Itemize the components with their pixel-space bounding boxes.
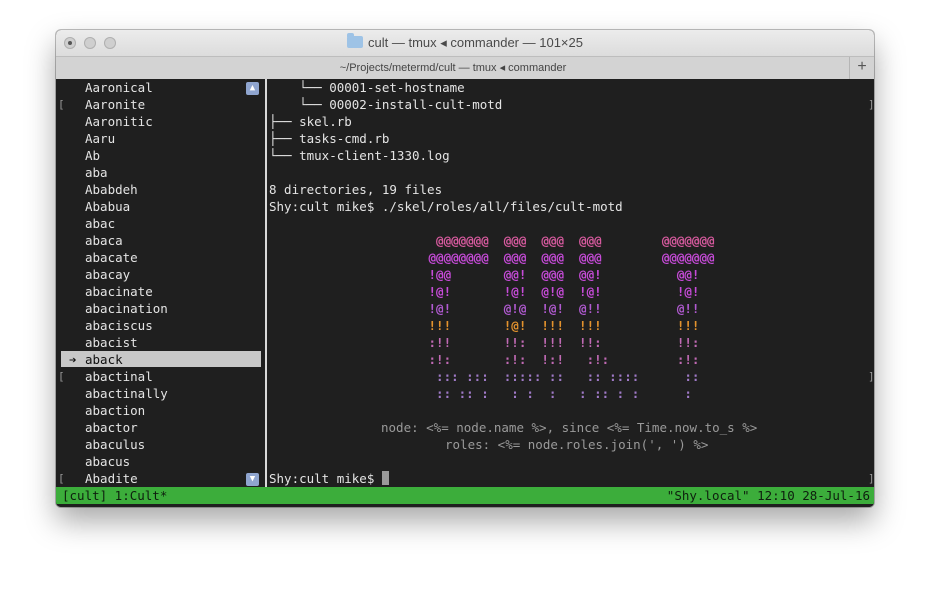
ascii-art-line: :: :: : : : : : :: : : : <box>421 386 715 401</box>
tree-line: └── tmux-client-1330.log <box>269 148 450 163</box>
motd-node-line: node: <%= node.name %>, since <%= Time.n… <box>381 420 758 435</box>
tree-line: └── 00001-set-hostname <box>269 80 465 95</box>
word-list-item[interactable]: abacus <box>85 453 130 470</box>
tab-bar: ~/Projects/metermd/cult — tmux ◂ command… <box>56 56 874 80</box>
word-list-item[interactable]: abacinate <box>85 283 153 300</box>
pane-edge-bracket: ] <box>868 98 874 111</box>
terminal-content[interactable]: ➔ ▲ ▼ Aaronical Aaronite Aaronitic Aaru Ab ab… <box>56 79 874 507</box>
ascii-art-line: @@@@@@@@ @@@ @@@ @@@ @@@@@@@ <box>421 250 715 265</box>
tab-current[interactable]: ~/Projects/metermd/cult — tmux ◂ command… <box>56 57 850 79</box>
word-list-item[interactable]: abactinal <box>85 368 153 385</box>
command-line: Shy:cult mike$ ./skel/roles/all/files/cu… <box>269 199 623 214</box>
terminal-window: cult — tmux ◂ commander — 101×25 ~/Proje… <box>56 30 874 507</box>
pane-edge-bracket: [ <box>58 472 65 485</box>
word-list-item[interactable]: abaculus <box>85 436 145 453</box>
tree-summary: 8 directories, 19 files <box>269 182 443 197</box>
ascii-art-line: :!! !!: !!! !!: !!: <box>421 335 715 350</box>
text-cursor <box>381 471 389 485</box>
word-list-item[interactable]: abacate <box>85 249 138 266</box>
chevron-down-icon: ▼ <box>249 474 256 484</box>
title-bar: cult — tmux ◂ commander — 101×25 <box>56 30 874 56</box>
window-title-area: cult — tmux ◂ commander — 101×25 <box>56 30 874 56</box>
ascii-art-line: :!: :!: !:! :!: :!: <box>421 352 715 367</box>
status-host-time: "Shy.local" 12:10 28-Jul-16 <box>666 488 870 503</box>
pane-edge-bracket: [ <box>58 370 65 383</box>
word-list-item[interactable]: aba <box>85 164 108 181</box>
word-list-item[interactable]: aback <box>85 351 123 368</box>
word-list-item[interactable]: Aaronite <box>85 96 145 113</box>
word-list-item[interactable]: Abadite <box>85 470 138 487</box>
word-list-item[interactable]: abaciscus <box>85 317 153 334</box>
selection-arrow-icon: ➔ <box>69 352 77 367</box>
word-list-item[interactable]: Ababdeh <box>85 181 138 198</box>
window-title: cult — tmux ◂ commander — 101×25 <box>368 35 583 50</box>
word-list-item[interactable]: abac <box>85 215 115 232</box>
word-list-item[interactable]: abactor <box>85 419 138 436</box>
chevron-up-icon: ▲ <box>249 83 256 93</box>
word-list-item[interactable]: Aaronitic <box>85 113 153 130</box>
pane-edge-bracket: ] <box>868 370 874 383</box>
word-list-item[interactable]: abaca <box>85 232 123 249</box>
word-list-item[interactable]: Ababua <box>85 198 130 215</box>
word-list-item[interactable]: Ab <box>85 147 100 164</box>
word-list-pane[interactable]: ➔ ▲ ▼ Aaronical Aaronite Aaronitic Aaru Ab ab… <box>56 79 262 487</box>
pane-divider[interactable] <box>265 79 267 487</box>
word-list-item[interactable]: abacination <box>85 300 168 317</box>
word-list-item[interactable]: abacist <box>85 334 138 351</box>
word-list-item[interactable]: Aaronical <box>85 79 153 96</box>
shell-prompt[interactable]: Shy:cult mike$ <box>269 470 389 487</box>
word-list-item[interactable]: abaction <box>85 402 145 419</box>
scroll-down-button[interactable]: ▼ <box>246 473 259 486</box>
tree-line: ├── skel.rb <box>269 114 352 129</box>
ascii-art-line: !@@ @@! @@@ @@! @@! <box>421 267 715 282</box>
ascii-art-line: !@! !@! @!@ !@! !@! <box>421 284 715 299</box>
tree-line: └── 00002-install-cult-motd <box>269 97 503 112</box>
new-tab-button[interactable]: + <box>849 57 874 79</box>
word-list-item[interactable]: Aaru <box>85 130 115 147</box>
tree-line: ├── tasks-cmd.rb <box>269 131 390 146</box>
motd-roles-line: roles: <%= node.roles.join(', ') %> <box>445 437 709 452</box>
status-session-window[interactable]: [cult] 1:Cult* <box>62 487 167 504</box>
word-list-item[interactable]: abactinally <box>85 385 168 402</box>
ascii-art-line: @@@@@@@ @@@ @@@ @@@ @@@@@@@ <box>421 233 715 248</box>
pane-edge-bracket: ] <box>868 472 874 485</box>
folder-icon <box>347 33 363 48</box>
word-list-item[interactable]: abacay <box>85 266 130 283</box>
scroll-up-button[interactable]: ▲ <box>246 82 259 95</box>
ascii-art-line: !@! @!@ !@! @!! @!! <box>421 301 715 316</box>
tmux-status-bar: [cult] 1:Cult* "Shy.local" 12:10 28-Jul-… <box>56 487 874 504</box>
pane-edge-bracket: [ <box>58 98 65 111</box>
ascii-art-line: !!! !@! !!! !!! !!! <box>421 318 715 333</box>
ascii-art-line: ::: ::: ::::: :: :: :::: :: <box>421 369 715 384</box>
prompt-text: Shy:cult mike$ <box>269 471 382 486</box>
